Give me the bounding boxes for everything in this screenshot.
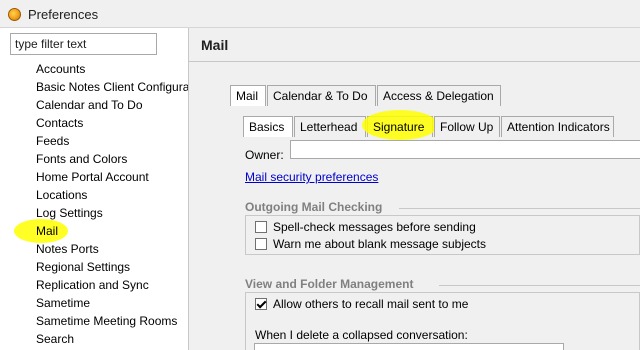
spell-check-label: Spell-check messages before sending xyxy=(273,220,476,234)
subtab-basics-label: Basics xyxy=(249,120,285,134)
preferences-content: Mail Mail Calendar & To Do Access & Dele… xyxy=(189,28,640,350)
warn-blank-subject-checkbox[interactable] xyxy=(255,238,267,250)
subtab-attention-indicators-label: Attention Indicators xyxy=(507,120,610,134)
mail-security-preferences-link[interactable]: Mail security preferences xyxy=(245,170,378,184)
view-and-folder-management-title: View and Folder Management xyxy=(245,277,414,291)
window-title: Preferences xyxy=(28,7,99,22)
view-folder-section-divider xyxy=(439,285,640,286)
owner-field[interactable] xyxy=(290,140,640,159)
sidebar-item-contacts[interactable]: Contacts xyxy=(36,114,83,132)
delete-collapsed-conversation-label: When I delete a collapsed conversation: xyxy=(255,328,468,342)
sidebar-item-sametime[interactable]: Sametime xyxy=(36,294,90,312)
sidebar-item-feeds[interactable]: Feeds xyxy=(36,132,69,150)
sidebar-item-sametime-meeting-rooms[interactable]: Sametime Meeting Rooms xyxy=(36,312,177,330)
warn-blank-subject-label: Warn me about blank message subjects xyxy=(273,237,486,251)
title-bar: Preferences xyxy=(0,0,640,28)
tab-access-and-delegation[interactable]: Access & Delegation xyxy=(377,85,501,106)
page-title: Mail xyxy=(201,37,229,53)
subtab-attention-indicators[interactable]: Attention Indicators xyxy=(501,116,614,137)
sidebar-item-calendar-and-to-do[interactable]: Calendar and To Do xyxy=(36,96,143,114)
subtab-basics[interactable]: Basics xyxy=(243,116,293,137)
sidebar-item-log-settings[interactable]: Log Settings xyxy=(36,204,103,222)
sidebar-item-basic-notes-client-configuration[interactable]: Basic Notes Client Configura xyxy=(36,78,188,96)
subtab-letterhead-label: Letterhead xyxy=(300,120,358,134)
content-header: Mail xyxy=(189,28,640,62)
sidebar-item-mail[interactable]: Mail xyxy=(36,222,58,240)
tab-calendar-and-to-do[interactable]: Calendar & To Do xyxy=(267,85,376,106)
subtab-signature[interactable]: Signature xyxy=(362,110,438,140)
sidebar-item-locations[interactable]: Locations xyxy=(36,186,87,204)
filter-input[interactable] xyxy=(10,33,157,55)
preferences-sidebar: Accounts Basic Notes Client Configura Ca… xyxy=(0,28,189,350)
sidebar-item-fonts-and-colors[interactable]: Fonts and Colors xyxy=(36,150,127,168)
subtab-follow-up-label: Follow Up xyxy=(440,120,494,134)
sidebar-item-accounts[interactable]: Accounts xyxy=(36,60,85,78)
outgoing-section-divider xyxy=(399,208,640,209)
delete-conversation-select[interactable] xyxy=(254,343,564,350)
allow-recall-label: Allow others to recall mail sent to me xyxy=(273,297,469,311)
subtab-letterhead[interactable]: Letterhead xyxy=(294,116,366,137)
sidebar-item-home-portal-account[interactable]: Home Portal Account xyxy=(36,168,149,186)
sidebar-item-regional-settings[interactable]: Regional Settings xyxy=(36,258,130,276)
subtab-signature-label: Signature xyxy=(373,120,425,134)
subtab-follow-up[interactable]: Follow Up xyxy=(434,116,500,137)
sidebar-item-search[interactable]: Search xyxy=(36,330,74,348)
outgoing-mail-checking-title: Outgoing Mail Checking xyxy=(245,200,383,214)
allow-recall-checkbox[interactable] xyxy=(255,298,267,310)
sidebar-item-replication-and-sync[interactable]: Replication and Sync xyxy=(36,276,149,294)
spell-check-checkbox[interactable] xyxy=(255,221,267,233)
tab-mail-label: Mail xyxy=(236,89,259,103)
sidebar-item-notes-ports[interactable]: Notes Ports xyxy=(36,240,99,258)
owner-label: Owner: xyxy=(245,148,284,162)
tab-mail[interactable]: Mail xyxy=(230,85,266,106)
tab-calendar-and-to-do-label: Calendar & To Do xyxy=(273,89,368,103)
tab-access-and-delegation-label: Access & Delegation xyxy=(383,89,494,103)
notes-app-icon xyxy=(8,8,21,21)
